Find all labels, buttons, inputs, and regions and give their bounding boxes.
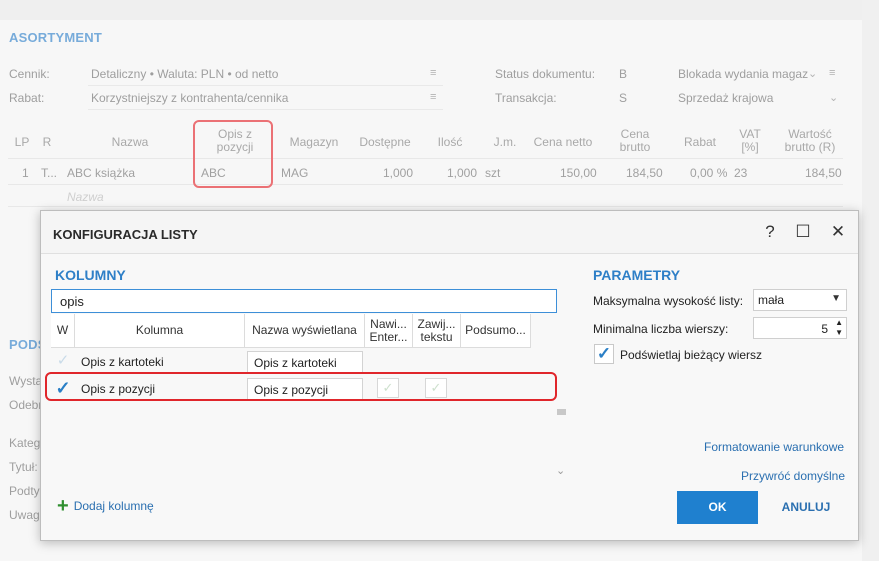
- highlight-opis-row: [45, 372, 557, 401]
- parametry-title: PARAMETRY: [593, 267, 681, 283]
- max-height-label: Maksymalna wysokość listy:: [593, 294, 744, 308]
- row1-visible-checkbox[interactable]: ✓: [54, 352, 72, 370]
- min-rows-stepper[interactable]: 5 ▲ ▼: [753, 317, 847, 339]
- highlight-row-checkbox[interactable]: ✓: [594, 344, 614, 364]
- col-header-nawigacja[interactable]: Nawi... Enter...: [365, 314, 413, 348]
- col-header-kolumna[interactable]: Kolumna: [75, 314, 245, 348]
- cancel-button[interactable]: ANULUJ: [768, 491, 844, 524]
- dialog-body: KOLUMNY W Kolumna Nazwa wyświetlana Nawi…: [41, 254, 858, 540]
- config-dialog: KONFIGURACJA LISTY ? ☐ ✕ KOLUMNY W Kolum…: [40, 210, 859, 541]
- ok-button[interactable]: OK: [677, 491, 758, 524]
- close-icon[interactable]: ✕: [827, 221, 849, 243]
- dialog-title: KONFIGURACJA LISTY: [53, 227, 198, 242]
- min-rows-label: Minimalna liczba wierszy:: [593, 322, 729, 336]
- col-header-w[interactable]: W: [51, 314, 75, 348]
- min-rows-value: 5: [821, 322, 828, 336]
- plus-icon: +: [57, 495, 69, 517]
- scroll-down-icon[interactable]: ⌄: [556, 464, 565, 477]
- table-scrollbar-thumb[interactable]: [557, 409, 566, 415]
- help-icon[interactable]: ?: [759, 221, 781, 243]
- max-height-select[interactable]: mała ▼: [753, 289, 847, 311]
- table-row[interactable]: ✓ Opis z kartoteki Opis z kartoteki: [51, 348, 541, 374]
- dialog-header: KONFIGURACJA LISTY ? ☐ ✕: [41, 211, 858, 254]
- max-height-value: mała: [758, 293, 785, 307]
- chevron-down-icon: ▼: [831, 293, 841, 304]
- col-header-nazwa[interactable]: Nazwa wyświetlana: [245, 314, 365, 348]
- col-header-zawijanie[interactable]: Zawij... tekstu: [413, 314, 461, 348]
- conditional-formatting-link[interactable]: Formatowanie warunkowe: [704, 440, 844, 454]
- column-search-input[interactable]: [51, 289, 557, 313]
- restore-defaults-link[interactable]: Przywróć domyślne: [741, 469, 845, 483]
- add-column-label: Dodaj kolumnę: [73, 499, 154, 513]
- stepper-down-icon[interactable]: ▼: [835, 328, 843, 337]
- col-header-podsumowanie[interactable]: Podsumo...: [461, 314, 531, 348]
- stepper-up-icon[interactable]: ▲: [835, 318, 843, 327]
- row1-nazwa-input[interactable]: Opis z kartoteki: [247, 351, 363, 373]
- maximize-icon[interactable]: ☐: [792, 221, 814, 243]
- kolumny-title: KOLUMNY: [55, 267, 126, 283]
- row1-kolumna: Opis z kartoteki: [81, 355, 164, 369]
- add-column-link[interactable]: + Dodaj kolumnę: [57, 495, 154, 517]
- highlight-row-label: Podświetlaj bieżący wiersz: [620, 348, 763, 362]
